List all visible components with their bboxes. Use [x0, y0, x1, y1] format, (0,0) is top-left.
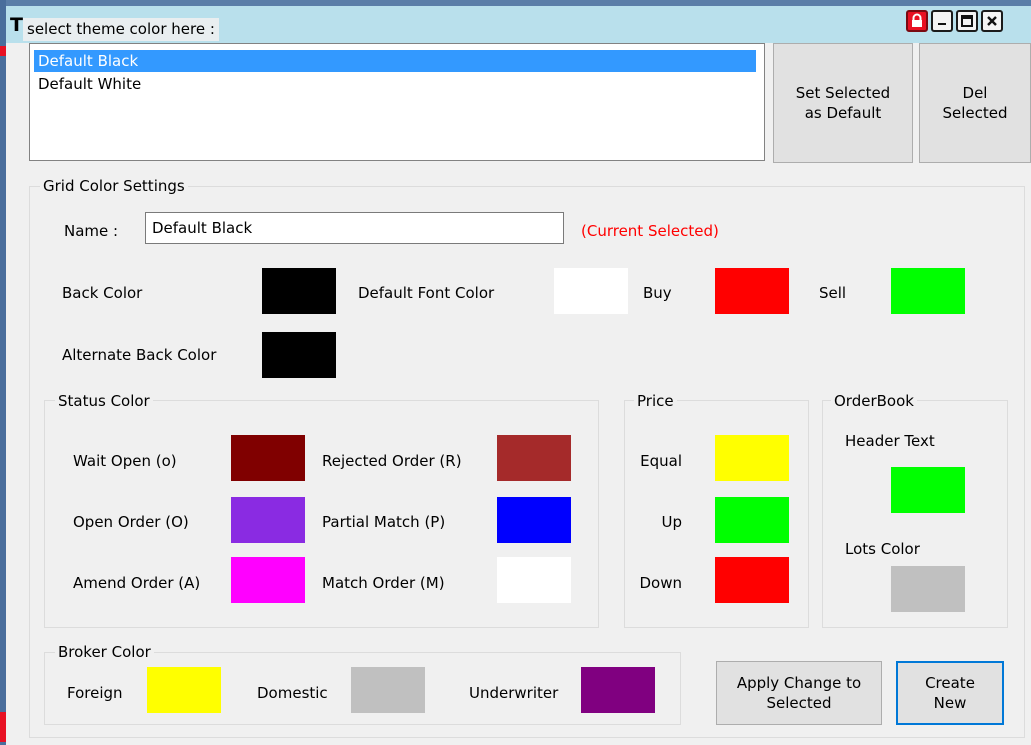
default-font-color-swatch[interactable]: [554, 268, 628, 314]
minimize-button[interactable]: [931, 10, 953, 32]
status-color-title: Status Color: [55, 391, 153, 411]
close-button[interactable]: [981, 10, 1003, 32]
back-color-label: Back Color: [62, 284, 143, 302]
amend-order-swatch[interactable]: [231, 557, 305, 603]
broker-color-title: Broker Color: [55, 642, 154, 662]
orderbook-title: OrderBook: [831, 391, 917, 411]
alternate-back-color-swatch[interactable]: [262, 332, 336, 378]
partial-match-swatch[interactable]: [497, 497, 571, 543]
theme-list[interactable]: Default Black Default White: [29, 43, 765, 161]
wait-open-label: Wait Open (o): [73, 452, 177, 470]
lots-color-label: Lots Color: [845, 540, 920, 558]
frame-accent: [0, 712, 6, 742]
theme-item-default-black[interactable]: Default Black: [34, 50, 756, 72]
price-up-label: Up: [661, 513, 682, 531]
apply-change-label: Apply Change to Selected: [736, 674, 862, 712]
rejected-order-swatch[interactable]: [497, 435, 571, 481]
header-text-swatch[interactable]: [891, 467, 965, 513]
domestic-label: Domestic: [257, 684, 328, 702]
alternate-back-color-label: Alternate Back Color: [62, 346, 217, 364]
set-selected-default-label: Set Selected as Default: [795, 84, 891, 122]
lock-button[interactable]: [906, 10, 928, 32]
match-order-label: Match Order (M): [322, 574, 445, 592]
foreign-swatch[interactable]: [147, 667, 221, 713]
buy-label: Buy: [643, 284, 672, 302]
price-up-swatch[interactable]: [715, 497, 789, 543]
price-equal-label: Equal: [640, 452, 682, 470]
set-selected-default-button[interactable]: Set Selected as Default: [773, 43, 913, 163]
price-equal-swatch[interactable]: [715, 435, 789, 481]
sell-label: Sell: [819, 284, 847, 302]
create-new-label: Create New: [925, 674, 975, 712]
name-input[interactable]: [145, 212, 564, 244]
close-icon: [987, 16, 997, 26]
sell-color-swatch[interactable]: [891, 268, 965, 314]
amend-order-label: Amend Order (A): [73, 574, 201, 592]
maximize-button[interactable]: [956, 10, 978, 32]
match-order-swatch[interactable]: [497, 557, 571, 603]
underwriter-label: Underwriter: [469, 684, 559, 702]
minimize-icon: [938, 23, 946, 25]
apply-change-button[interactable]: Apply Change to Selected: [716, 661, 882, 725]
name-label: Name :: [64, 222, 119, 240]
price-down-label: Down: [639, 574, 682, 592]
create-new-button[interactable]: Create New: [896, 661, 1004, 725]
back-color-swatch[interactable]: [262, 268, 336, 314]
price-down-swatch[interactable]: [715, 557, 789, 603]
buy-color-swatch[interactable]: [715, 268, 789, 314]
open-order-swatch[interactable]: [231, 497, 305, 543]
lock-icon: [912, 13, 922, 27]
lots-color-swatch[interactable]: [891, 566, 965, 612]
frame-accent: [0, 46, 6, 56]
current-selected-note: (Current Selected): [581, 222, 719, 240]
underwriter-swatch[interactable]: [581, 667, 655, 713]
theme-item-default-white[interactable]: Default White: [34, 73, 141, 95]
foreign-label: Foreign: [67, 684, 123, 702]
maximize-icon: [961, 15, 973, 27]
grid-color-settings-title: Grid Color Settings: [40, 176, 188, 196]
window-frame-left: [0, 0, 6, 745]
del-selected-button[interactable]: Del Selected: [919, 43, 1031, 163]
rejected-order-label: Rejected Order (R): [322, 452, 462, 470]
default-font-color-label: Default Font Color: [358, 284, 495, 302]
wait-open-swatch[interactable]: [231, 435, 305, 481]
del-selected-label: Del Selected: [942, 84, 1008, 122]
window-title: T: [10, 14, 23, 36]
header-text-label: Header Text: [845, 432, 935, 450]
open-order-label: Open Order (O): [73, 513, 189, 531]
domestic-swatch[interactable]: [351, 667, 425, 713]
price-title: Price: [634, 391, 677, 411]
theme-hint-label: select theme color here :: [23, 18, 219, 41]
partial-match-label: Partial Match (P): [322, 513, 446, 531]
